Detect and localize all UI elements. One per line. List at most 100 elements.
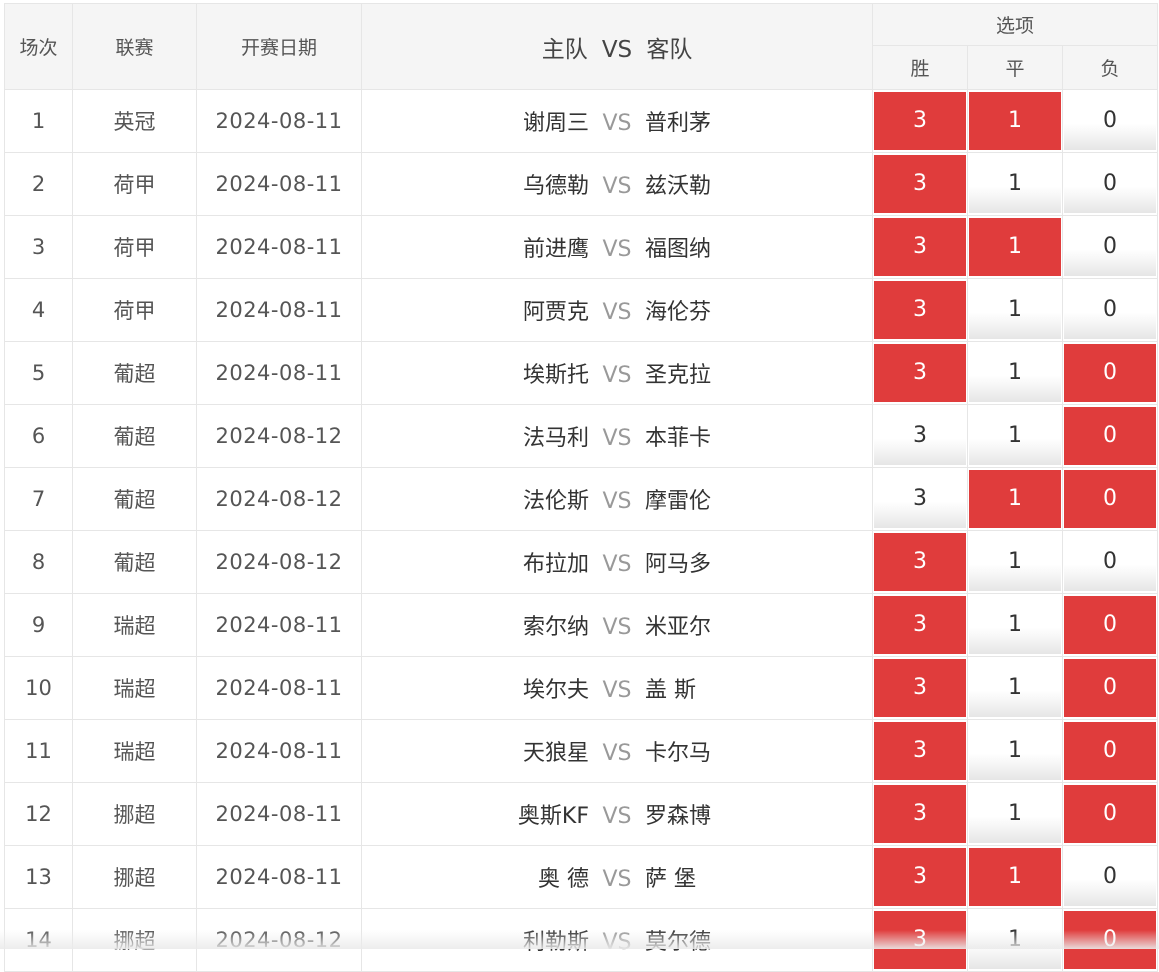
- home-team: 乌德勒: [522, 174, 589, 199]
- away-team: 福图纳: [645, 237, 712, 262]
- option-cell-win: 3: [872, 89, 968, 153]
- option-win-button[interactable]: 3: [874, 218, 966, 276]
- option-draw-button[interactable]: 1: [969, 155, 1061, 213]
- option-draw-button[interactable]: 1: [969, 281, 1061, 339]
- match-date: 2024-08-11: [196, 656, 362, 720]
- league-name: 葡超: [72, 341, 197, 405]
- vs-label: VS: [602, 678, 632, 703]
- option-draw-button[interactable]: 1: [969, 848, 1061, 906]
- match-index: 7: [4, 467, 73, 531]
- option-win-button[interactable]: 3: [874, 596, 966, 654]
- match-teams: 法伦斯 VS 摩雷伦: [361, 467, 873, 531]
- match-index: 10: [4, 656, 73, 720]
- option-draw-button[interactable]: 1: [969, 533, 1061, 591]
- option-draw-button[interactable]: 1: [969, 407, 1061, 465]
- vs-label: VS: [602, 741, 632, 766]
- match-date: 2024-08-11: [196, 278, 362, 342]
- table-row: 9 瑞超 2024-08-11 索尔纳 VS 米亚尔 3 1 0: [4, 593, 1159, 657]
- home-team: 埃尔夫: [522, 678, 589, 703]
- option-cell-lose: 0: [1061, 341, 1159, 405]
- league-name: 英冠: [72, 89, 197, 153]
- option-cell-win: 3: [872, 845, 968, 909]
- table-row: 2 荷甲 2024-08-11 乌德勒 VS 兹沃勒 3 1 0: [4, 152, 1159, 216]
- header-away: 客队: [646, 36, 693, 63]
- option-win-button[interactable]: 3: [874, 470, 966, 528]
- home-team: 布拉加: [522, 552, 589, 577]
- match-teams: 乌德勒 VS 兹沃勒: [361, 152, 873, 216]
- match-teams: 天狼星 VS 卡尔马: [361, 719, 873, 783]
- vs-label: VS: [602, 237, 632, 262]
- match-index: 3: [4, 215, 73, 279]
- vs-label: VS: [602, 615, 632, 640]
- option-lose-button[interactable]: 0: [1064, 218, 1157, 276]
- league-name: 荷甲: [72, 278, 197, 342]
- option-lose-button[interactable]: 0: [1064, 407, 1157, 465]
- league-name: 葡超: [72, 404, 197, 468]
- option-cell-lose: 0: [1061, 215, 1159, 279]
- option-win-button[interactable]: 3: [874, 785, 966, 843]
- vs-label: VS: [602, 300, 632, 325]
- option-cell-win: 3: [872, 278, 968, 342]
- option-draw-button[interactable]: 1: [969, 722, 1061, 780]
- option-draw-button[interactable]: 1: [969, 659, 1061, 717]
- match-date: 2024-08-11: [196, 89, 362, 153]
- league-name: 挪超: [72, 845, 197, 909]
- option-draw-button[interactable]: 1: [969, 344, 1061, 402]
- match-teams: 前进鹰 VS 福图纳: [361, 215, 873, 279]
- header-match: 主队 VS 客队: [361, 3, 873, 90]
- league-name: 瑞超: [72, 593, 197, 657]
- vs-label: VS: [602, 489, 632, 514]
- option-draw-button[interactable]: 1: [969, 218, 1061, 276]
- option-win-button[interactable]: 3: [874, 533, 966, 591]
- home-team: 天狼星: [522, 741, 589, 766]
- match-date: 2024-08-12: [196, 530, 362, 594]
- option-cell-win: 3: [872, 530, 968, 594]
- match-teams: 奥 德 VS 萨 堡: [361, 845, 873, 909]
- away-team: 罗森博: [645, 804, 712, 829]
- match-date: 2024-08-11: [196, 845, 362, 909]
- option-lose-button[interactable]: 0: [1064, 533, 1157, 591]
- match-teams: 奥斯KF VS 罗森博: [361, 782, 873, 846]
- option-cell-draw: 1: [967, 593, 1063, 657]
- option-lose-button[interactable]: 0: [1064, 722, 1157, 780]
- league-name: 葡超: [72, 467, 197, 531]
- table-row: 10 瑞超 2024-08-11 埃尔夫 VS 盖 斯310: [4, 656, 1159, 720]
- option-draw-button[interactable]: 1: [969, 470, 1061, 528]
- table-row: 4 荷甲 2024-08-11 阿贾克 VS 海伦芬 3 1 0: [4, 278, 1159, 342]
- option-lose-button[interactable]: 0: [1064, 470, 1157, 528]
- option-lose-button[interactable]: 0: [1064, 155, 1157, 213]
- option-win-button[interactable]: 3: [874, 155, 966, 213]
- option-cell-lose: 0: [1061, 656, 1159, 720]
- option-lose-button[interactable]: 0: [1064, 344, 1157, 402]
- option-lose-button[interactable]: 0: [1064, 848, 1157, 906]
- option-lose-button[interactable]: 0: [1064, 785, 1157, 843]
- option-cell-draw: 1: [967, 215, 1063, 279]
- option-win-button[interactable]: 3: [874, 848, 966, 906]
- match-teams: 索尔纳 VS 米亚尔: [361, 593, 873, 657]
- option-win-button[interactable]: 3: [874, 344, 966, 402]
- table-row: 5 葡超 2024-08-11 埃斯托 VS 圣克拉 3 1 0: [4, 341, 1159, 405]
- option-draw-button[interactable]: 1: [969, 92, 1061, 150]
- option-draw-button[interactable]: 1: [969, 785, 1061, 843]
- option-cell-lose: 0: [1061, 782, 1159, 846]
- table-row: 7 葡超 2024-08-12 法伦斯 VS 摩雷伦 3 1 0: [4, 467, 1159, 531]
- option-lose-button[interactable]: 0: [1064, 596, 1157, 654]
- option-cell-draw: 1: [967, 719, 1063, 783]
- option-lose-button[interactable]: 0: [1064, 92, 1157, 150]
- option-lose-button[interactable]: 0: [1064, 281, 1157, 339]
- option-cell-lose: 0: [1061, 89, 1159, 153]
- option-lose-button[interactable]: 0: [1064, 659, 1157, 717]
- option-win-button[interactable]: 3: [874, 407, 966, 465]
- away-team: 本菲卡: [645, 426, 712, 451]
- option-win-button[interactable]: 3: [874, 281, 966, 339]
- option-win-button[interactable]: 3: [874, 659, 966, 717]
- option-draw-button[interactable]: 1: [969, 596, 1061, 654]
- match-date: 2024-08-11: [196, 152, 362, 216]
- vs-label: VS: [602, 363, 632, 388]
- option-cell-lose: 0: [1061, 467, 1159, 531]
- header-options: 选项: [871, 3, 1159, 46]
- option-win-button[interactable]: 3: [874, 92, 966, 150]
- match-date: 2024-08-12: [196, 404, 362, 468]
- option-win-button[interactable]: 3: [874, 722, 966, 780]
- header-league: 联赛: [72, 3, 197, 90]
